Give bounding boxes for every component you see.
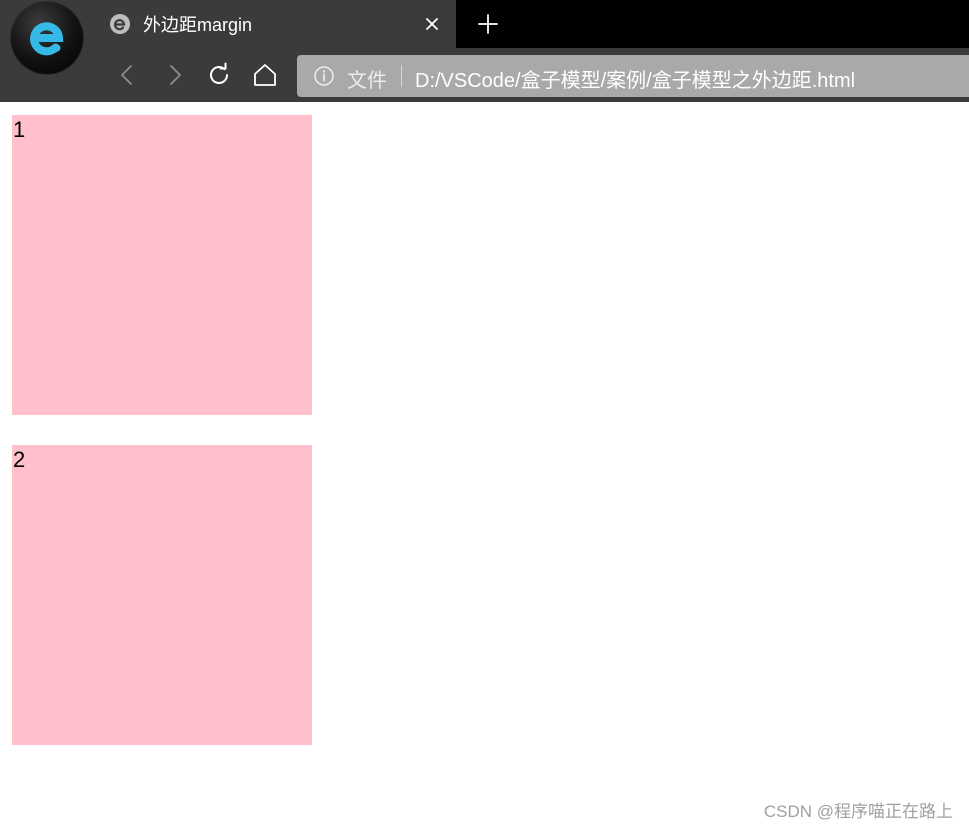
chevron-left-icon[interactable] (114, 62, 140, 88)
home-icon[interactable] (252, 62, 278, 88)
box-label: 2 (13, 447, 26, 472)
navigation-toolbar: 文件 D:/VSCode/盒子模型/案例/盒子模型之外边距.html (0, 48, 969, 102)
tab-title: 外边距margin (143, 15, 253, 35)
close-icon[interactable] (420, 12, 444, 36)
margin-box-1: 1 (12, 115, 312, 415)
reload-icon[interactable] (206, 62, 232, 88)
address-scheme-label: 文件 (347, 70, 387, 92)
address-separator (401, 65, 402, 87)
address-bar[interactable]: 文件 D:/VSCode/盒子模型/案例/盒子模型之外边距.html (297, 55, 969, 97)
watermark: CSDN @程序喵正在路上 (763, 802, 953, 821)
browser-logo-icon (11, 2, 83, 74)
browser-window: 外边距margin 文件 D:/VSCode/盒子模型/案例/盒子模型之外边距.… (0, 0, 969, 830)
tab-strip: 外边距margin (0, 0, 969, 48)
box-label: 1 (13, 117, 26, 142)
browser-chrome: 外边距margin 文件 D:/VSCode/盒子模型/案例/盒子模型之外边距.… (0, 0, 969, 102)
page-viewport: 1 2 CSDN @程序喵正在路上 (0, 102, 969, 830)
chevron-right-icon[interactable] (162, 62, 188, 88)
margin-box-2: 2 (12, 445, 312, 745)
address-url[interactable]: D:/VSCode/盒子模型/案例/盒子模型之外边距.html (415, 64, 855, 93)
info-icon[interactable] (313, 65, 335, 87)
tab-active[interactable]: 外边距margin (96, 0, 456, 48)
browser-favicon-icon (110, 14, 130, 34)
plus-icon[interactable] (476, 12, 500, 36)
